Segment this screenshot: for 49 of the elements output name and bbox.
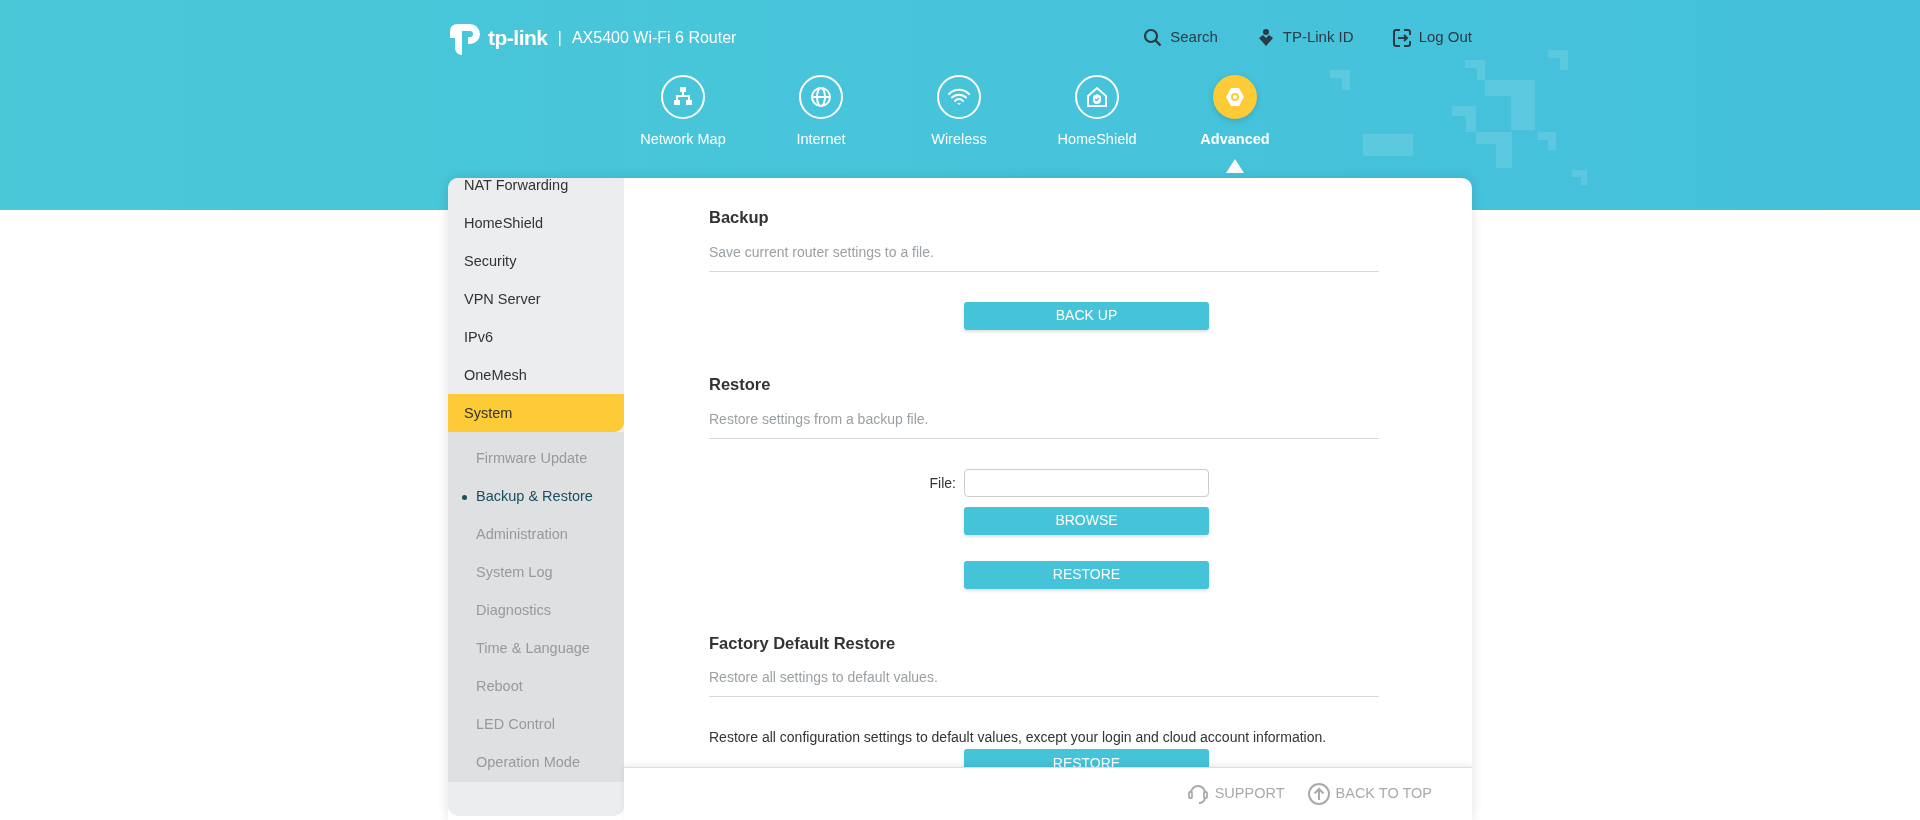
footer-link[interactable]: SUPPORT	[1185, 782, 1285, 806]
arrow-up-icon	[1306, 782, 1331, 806]
header-link[interactable]: Search	[1143, 26, 1218, 49]
nav-tab[interactable]: Internet	[752, 75, 890, 151]
router-model: AX5400 Wi-Fi 6 Router	[571, 27, 737, 48]
submenu-item[interactable]: Diagnostics	[448, 592, 624, 630]
section-title: Factory Default Restore	[709, 633, 897, 654]
action-button[interactable]: RESTORE	[964, 560, 1209, 589]
field-label: File:	[929, 473, 956, 493]
info-text: Restore all configuration settings to default values, except your login and cloud account information.	[709, 728, 1328, 748]
section-title: Backup	[709, 208, 770, 228]
submenu-item[interactable]: Firmware Update	[448, 440, 624, 478]
house-shield-icon	[1085, 85, 1109, 109]
sidebar-item[interactable]: Security	[448, 242, 624, 280]
sidebar-item[interactable]: VPN Server	[448, 280, 624, 318]
action-button[interactable]: BROWSE	[964, 506, 1209, 535]
sidebar-item[interactable]: OneMesh	[448, 356, 624, 394]
sidebar-item[interactable]: IPv6	[448, 318, 624, 356]
submenu-item[interactable]: Operation Mode	[448, 744, 624, 782]
nav-tab[interactable]: Wireless	[890, 75, 1028, 151]
brand-logo: tp-link	[488, 24, 548, 51]
footer-link[interactable]: BACK TO TOP	[1306, 782, 1432, 806]
submenu-item[interactable]: Backup & Restore	[448, 478, 624, 516]
nav-tab[interactable]: HomeShield	[1028, 75, 1166, 151]
sidebar-item[interactable]: System	[448, 394, 624, 432]
gear-icon	[1223, 85, 1247, 109]
section-description: Restore all settings to default values.	[709, 667, 1379, 698]
section-description: Save current router settings to a file.	[709, 241, 1379, 272]
submenu-item[interactable]: Reboot	[448, 668, 624, 706]
submenu-item[interactable]: Time & Language	[448, 630, 624, 668]
bullet-icon	[462, 495, 467, 500]
file-field[interactable]	[964, 468, 1209, 497]
nav-tab[interactable]: Network Map	[614, 75, 752, 151]
sidebar-item[interactable]: HomeShield	[448, 204, 624, 242]
separator: |	[557, 26, 562, 49]
logout-icon	[1391, 27, 1412, 48]
submenu-item[interactable]: System Log	[448, 554, 624, 592]
submenu-item[interactable]: LED Control	[448, 706, 624, 744]
action-button[interactable]: BACK UP	[964, 301, 1209, 330]
headset-icon	[1185, 782, 1210, 806]
section-title: Restore	[709, 374, 772, 395]
search-icon	[1143, 27, 1164, 48]
section-description: Restore settings from a backup file.	[709, 408, 1379, 439]
submenu-item[interactable]: Administration	[448, 516, 624, 554]
header-link[interactable]: TP-Link ID	[1255, 26, 1354, 49]
sidebar-item[interactable]: NAT Forwarding	[448, 178, 624, 204]
globe-icon	[809, 85, 833, 109]
nav-tab[interactable]: Advanced	[1166, 75, 1304, 151]
header-link[interactable]: Log Out	[1391, 26, 1472, 49]
